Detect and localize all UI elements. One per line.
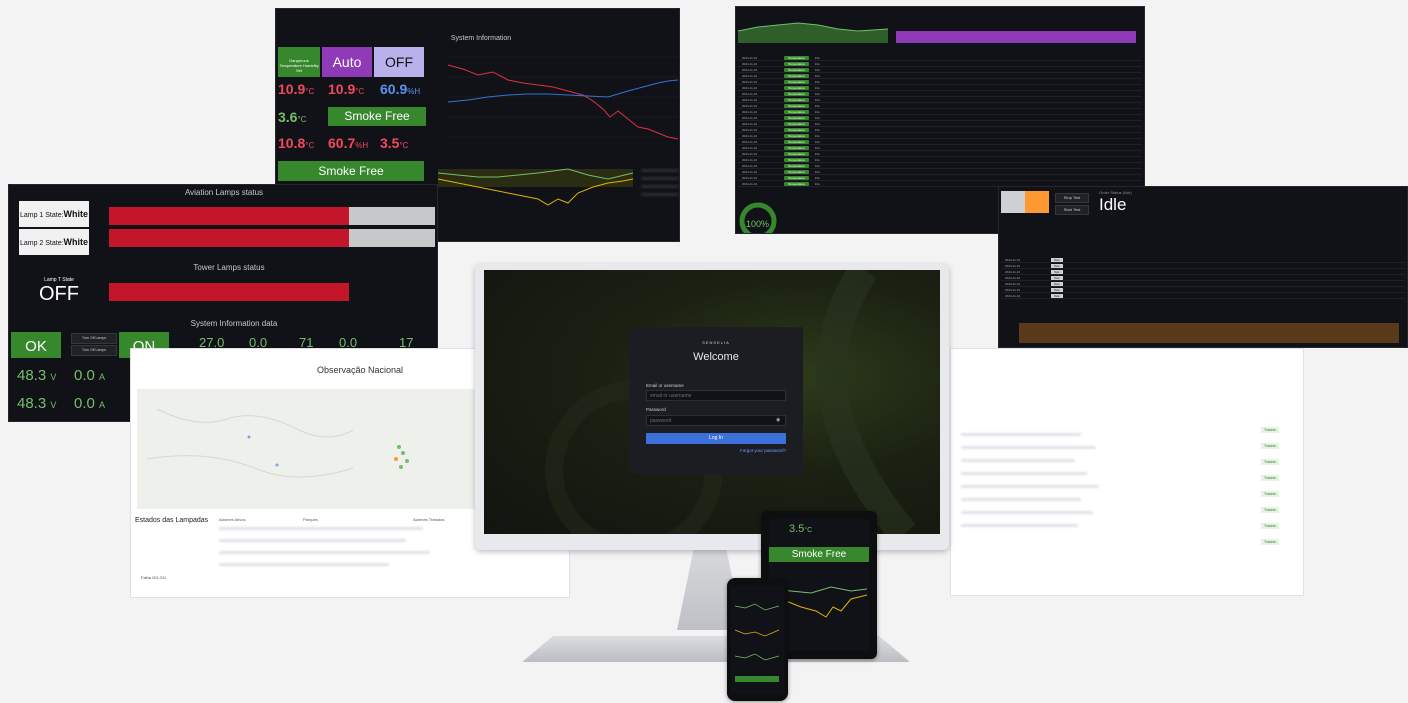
email-field[interactable]: email or username [646, 390, 786, 401]
tile-humidity-2: 60.7%H [328, 135, 376, 159]
tile-value: 60.7 [328, 135, 356, 151]
column-parques: Parques [303, 517, 318, 522]
password-field[interactable]: password [646, 415, 786, 426]
lamp-1-state: Lamp 1 State:White [19, 201, 89, 227]
tablet-smoke-tile: Smoke Free [769, 547, 869, 562]
tile-unit: %H [355, 141, 369, 150]
tablet-value: 3.5 [789, 523, 805, 535]
tile-mode-auto[interactable]: Auto [322, 47, 372, 77]
tile-unit: °C [305, 87, 315, 96]
lamp-1-label: Lamp 1 State: [19, 212, 64, 219]
tile-temperature-2: 10.9°C [328, 81, 376, 109]
idle-status: Idle [1099, 195, 1127, 214]
lamp-1-bar [109, 207, 435, 225]
lamp-t-state: Lamp T State OFF [19, 275, 99, 315]
timeline-bar [1019, 323, 1399, 343]
status-badge: Tratado [1261, 459, 1279, 465]
tile-temperature-4: 10.8°C [278, 135, 324, 159]
password-label: Password [646, 407, 666, 412]
phone-chart [734, 603, 780, 682]
status-badge: Tratado [1261, 427, 1279, 433]
status-badge: Tratado [1261, 475, 1279, 481]
lamp-2-value: White [63, 237, 89, 247]
status-badge: Tratado [1261, 443, 1279, 449]
panel-title: System Information [450, 35, 512, 42]
tile-value: Auto [332, 54, 362, 70]
test-control-dashboard: Stop Test Start Test Order Status (Not) … [998, 186, 1408, 348]
tile-unit: °C [399, 141, 409, 150]
lamp-t-bar [109, 283, 435, 301]
forgot-password-link[interactable]: Forgot your password? [740, 448, 786, 453]
tile-humidity-set: Dangerous Temperature Humidity Set [278, 47, 320, 77]
status-ok: OK [11, 332, 61, 358]
stop-test-button[interactable]: Stop Test [1055, 193, 1089, 203]
phone-device [727, 578, 788, 701]
welcome-heading: Welcome [693, 351, 739, 363]
tablet-unit: °C [804, 527, 813, 534]
current-1: 0.0 A [74, 367, 106, 384]
status-badge: Tratado [1261, 523, 1279, 529]
tile-temperature-3: 3.6°C [278, 109, 324, 133]
lamp-2-bar [109, 229, 435, 247]
test-tile-1 [1001, 191, 1025, 213]
trend-chart [428, 159, 638, 239]
tile-state-off[interactable]: OFF [374, 47, 424, 77]
brand-logo: SENSELIA [702, 340, 730, 345]
tile-humidity-1: 60.9%H [380, 81, 428, 109]
map-title: Observação Nacional [317, 365, 404, 375]
test-tile-2 [1025, 191, 1049, 213]
estados-title: Estados das Lampadas [135, 517, 209, 524]
voltage-2: 48.3 V [17, 395, 57, 412]
voltage-1: 48.3 V [17, 367, 57, 384]
column-alarmes-ativos: Alarmes Ativos [219, 517, 246, 522]
tile-unit: °C [297, 115, 307, 124]
area-chart [738, 22, 888, 43]
email-label: Email or username [646, 383, 684, 388]
map-area [137, 389, 381, 509]
tile-unit: %H [407, 87, 421, 96]
purple-bar [896, 31, 1136, 43]
tile-value: 3.5 [380, 135, 400, 151]
temperature-humidity-chart [428, 47, 679, 157]
tile-temperature-1: 10.9°C [278, 81, 324, 109]
aviation-title: Aviation Lamps status [184, 188, 264, 197]
turn-off-label: Turn Off Lamps [81, 336, 107, 340]
turn-off-lamps-button[interactable]: Turn Off Lamps [71, 333, 117, 344]
tile-value: 10.9 [328, 81, 356, 97]
tile-smoke-2: Smoke Free [278, 161, 424, 181]
turn-off-label: Turn Off Lamps [81, 348, 107, 352]
login-card: SENSELIA Welcome Email or username email… [629, 327, 803, 474]
login-button[interactable]: Log In [646, 433, 786, 444]
lamp-t-value: OFF [39, 283, 79, 305]
tile-temperature-5: 3.5°C [380, 135, 428, 159]
tile-value: 60.9 [380, 81, 408, 97]
alarm-treatment-dashboard: Tratado Tratado Tratado Tratado Tratado … [950, 348, 1304, 596]
lamp-1-value: White [63, 209, 89, 219]
tile-value: 10.8 [278, 135, 306, 151]
column-alarmes-tratados: Alarmes Tratados [413, 517, 445, 522]
current-2: 0.0 A [74, 395, 106, 412]
tile-unit: °C [305, 141, 315, 150]
turn-off-lamps-button-2[interactable]: Turn Off Lamps [71, 345, 117, 356]
lamp-2-label: Lamp 2 State: [19, 240, 64, 247]
tile-value: Smoke Free [344, 109, 410, 123]
tile-value: 3.6 [278, 109, 298, 125]
legend-item: Falha GO-GO [141, 575, 166, 580]
tile-label: Dangerous Temperature Humidity Set [279, 58, 319, 73]
tile-value: Smoke Free [318, 164, 384, 178]
tile-smoke-1: Smoke Free [328, 107, 426, 126]
lamp-2-state: Lamp 2 State:White [19, 229, 89, 255]
status-badge: Tratado [1261, 539, 1279, 545]
tile-unit: °C [355, 87, 365, 96]
status-badge: Tratado [1261, 507, 1279, 513]
start-test-button[interactable]: Start Test [1055, 205, 1089, 215]
gauge-value: 100% [746, 219, 770, 229]
eye-icon[interactable]: ◉ [776, 417, 780, 423]
tile-value: OFF [385, 54, 413, 70]
sysdata-title: System Information data [190, 319, 278, 328]
tower-title: Tower Lamps status [193, 263, 265, 272]
tile-value: 10.9 [278, 81, 306, 97]
status-badge: Tratado [1261, 491, 1279, 497]
status-ok-value: OK [25, 338, 47, 355]
